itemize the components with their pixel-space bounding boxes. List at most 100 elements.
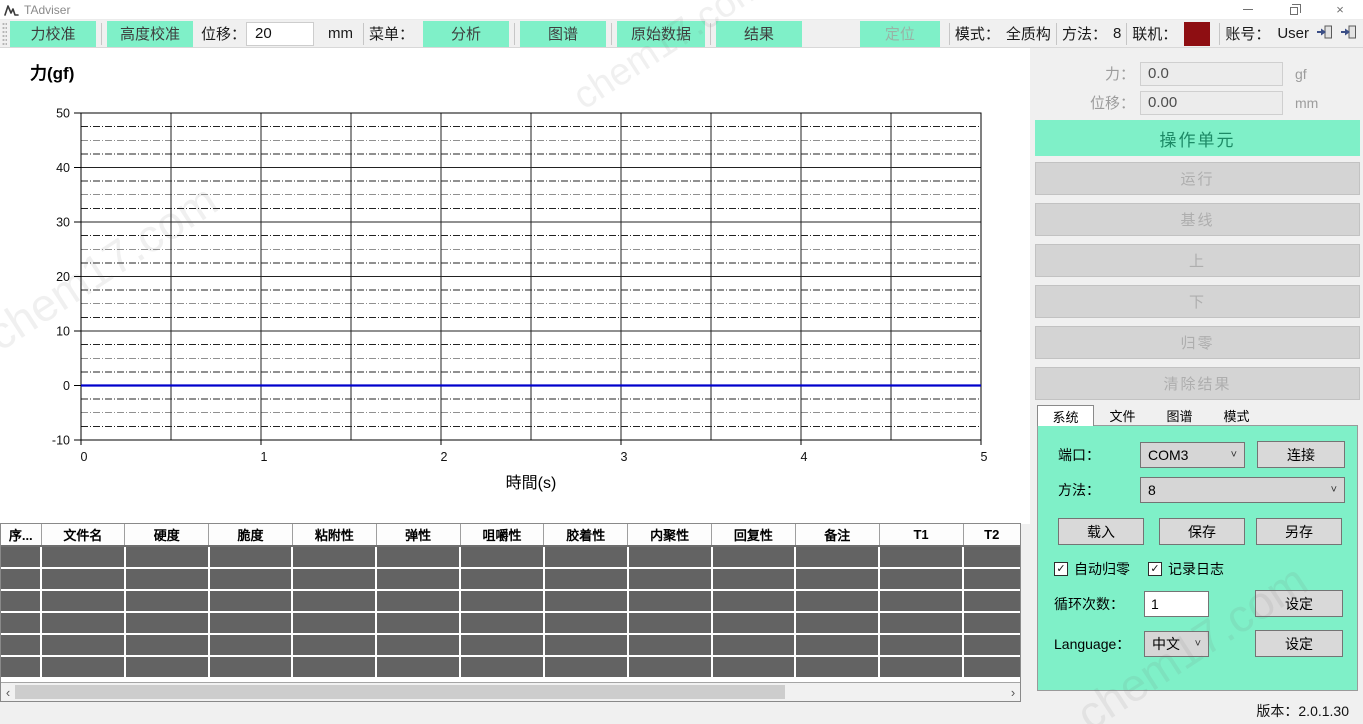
scroll-left-icon[interactable]: ‹ — [1, 683, 15, 701]
table-cell — [795, 546, 879, 568]
mode-label: 模式： — [955, 23, 1000, 44]
settings-tab[interactable]: 图谱 — [1151, 405, 1208, 426]
force-readout-field — [1140, 62, 1283, 86]
panel-action-button[interactable]: 运行 — [1035, 162, 1360, 195]
table-header-cell: 回复性 — [712, 524, 796, 546]
displacement-unit: mm — [328, 25, 353, 42]
version-text: 版本：2.0.1.30 — [1256, 701, 1349, 721]
result-button[interactable]: 结果 — [716, 21, 802, 47]
app-logo-icon — [4, 3, 19, 17]
load-button[interactable]: 载入 — [1058, 518, 1144, 545]
separator — [710, 23, 711, 45]
online-indicator — [1184, 22, 1210, 46]
window-title: TAdviser — [24, 3, 70, 17]
table-row — [1, 546, 1020, 568]
settings-tab[interactable]: 文件 — [1094, 405, 1151, 426]
y-tick-label: 0 — [63, 379, 70, 393]
login-icon[interactable] — [1316, 24, 1333, 44]
method-select[interactable]: 8 ˅ — [1140, 477, 1345, 503]
table-cell — [460, 634, 544, 656]
table-cell — [41, 546, 125, 568]
set-language-button[interactable]: 设定 — [1255, 630, 1343, 657]
x-tick-label: 3 — [621, 450, 628, 464]
table-header-cell: 咀嚼性 — [460, 524, 544, 546]
table-header-cell: 文件名 — [41, 524, 125, 546]
side-panel: 力： gf 位移： mm 操作单元 运行基线上下归零清除结果 系统文件图谱模式 … — [1035, 48, 1363, 724]
separator — [363, 23, 364, 45]
auto-zero-checkbox[interactable]: ✓ — [1054, 562, 1068, 576]
port-select[interactable]: COM3 ˅ — [1140, 442, 1245, 468]
panel-action-button[interactable]: 基线 — [1035, 203, 1360, 236]
logout-icon[interactable] — [1340, 24, 1357, 44]
log-label: 记录日志 — [1168, 559, 1224, 579]
table-cell — [460, 546, 544, 568]
save-as-button[interactable]: 另存 — [1256, 518, 1342, 545]
displacement-label: 位移： — [201, 23, 246, 44]
table-cell — [879, 656, 963, 678]
table-cell — [376, 612, 460, 634]
toolbar-grip[interactable] — [2, 22, 7, 46]
table-cell — [712, 568, 796, 590]
minimize-button[interactable] — [1225, 0, 1271, 19]
language-row: Language： 中文 ˅ 设定 — [1054, 630, 1350, 657]
language-label: Language： — [1054, 634, 1144, 654]
menu-label: 菜单： — [369, 23, 414, 44]
y-axis-label: 力(gf) — [30, 63, 74, 83]
table-row — [1, 568, 1020, 590]
analyze-button[interactable]: 分析 — [423, 21, 509, 47]
table-cell — [628, 656, 712, 678]
table-cell — [544, 656, 628, 678]
panel-action-button[interactable]: 归零 — [1035, 326, 1360, 359]
panel-action-button[interactable]: 下 — [1035, 285, 1360, 318]
table-cell — [963, 568, 1020, 590]
table-cell — [1, 590, 41, 612]
separator — [1126, 23, 1127, 45]
horizontal-scrollbar[interactable]: ‹ › — [1, 682, 1020, 701]
settings-tab[interactable]: 模式 — [1208, 405, 1265, 426]
x-tick-label: 5 — [981, 450, 988, 464]
account-value: User — [1277, 25, 1309, 42]
minimize-icon — [1243, 9, 1253, 10]
force-calibration-button[interactable]: 力校准 — [10, 21, 96, 47]
table-cell — [544, 546, 628, 568]
separator — [1056, 23, 1057, 45]
language-value: 中文 — [1152, 634, 1180, 654]
results-table: 序...文件名硬度脆度粘附性弹性咀嚼性胶着性内聚性回复性备注T1T2 — [1, 524, 1020, 679]
table-cell — [209, 634, 293, 656]
y-tick-label: 10 — [56, 325, 70, 339]
table-cell — [795, 612, 879, 634]
table-cell — [544, 568, 628, 590]
table-body — [1, 546, 1020, 678]
raw-data-button[interactable]: 原始数据 — [617, 21, 705, 47]
save-button[interactable]: 保存 — [1159, 518, 1245, 545]
table-cell — [712, 546, 796, 568]
auto-zero-label: 自动归零 — [1074, 559, 1130, 579]
connect-button[interactable]: 连接 — [1257, 441, 1345, 468]
table-cell — [292, 590, 376, 612]
displacement-input[interactable] — [246, 22, 314, 46]
log-checkbox[interactable]: ✓ — [1148, 562, 1162, 576]
locate-button[interactable]: 定位 — [860, 21, 940, 47]
restore-button[interactable] — [1271, 0, 1317, 19]
language-select[interactable]: 中文 ˅ — [1144, 631, 1209, 657]
scrollbar-thumb[interactable] — [15, 685, 785, 699]
table-header-cell: T1 — [879, 524, 963, 546]
set-cycle-button[interactable]: 设定 — [1255, 590, 1343, 617]
table-cell — [712, 634, 796, 656]
operate-unit-button[interactable]: 操作单元 — [1035, 120, 1360, 156]
scroll-right-icon[interactable]: › — [1006, 683, 1020, 701]
main-toolbar: 力校准 高度校准 位移： mm 菜单： 分析 图谱 原始数据 结果 定位 模式：… — [0, 20, 1363, 48]
table-cell — [125, 568, 209, 590]
table-header-cell: 粘附性 — [292, 524, 376, 546]
port-value: COM3 — [1148, 447, 1188, 463]
cycle-count-input[interactable] — [1144, 591, 1209, 617]
table-cell — [712, 656, 796, 678]
graph-button[interactable]: 图谱 — [520, 21, 606, 47]
height-calibration-button[interactable]: 高度校准 — [107, 21, 193, 47]
settings-tab[interactable]: 系统 — [1037, 405, 1094, 426]
x-axis-label: 時間(s) — [506, 474, 557, 492]
close-button[interactable]: × — [1317, 0, 1363, 19]
separator — [514, 23, 515, 45]
panel-action-button[interactable]: 上 — [1035, 244, 1360, 277]
panel-action-button[interactable]: 清除结果 — [1035, 367, 1360, 400]
